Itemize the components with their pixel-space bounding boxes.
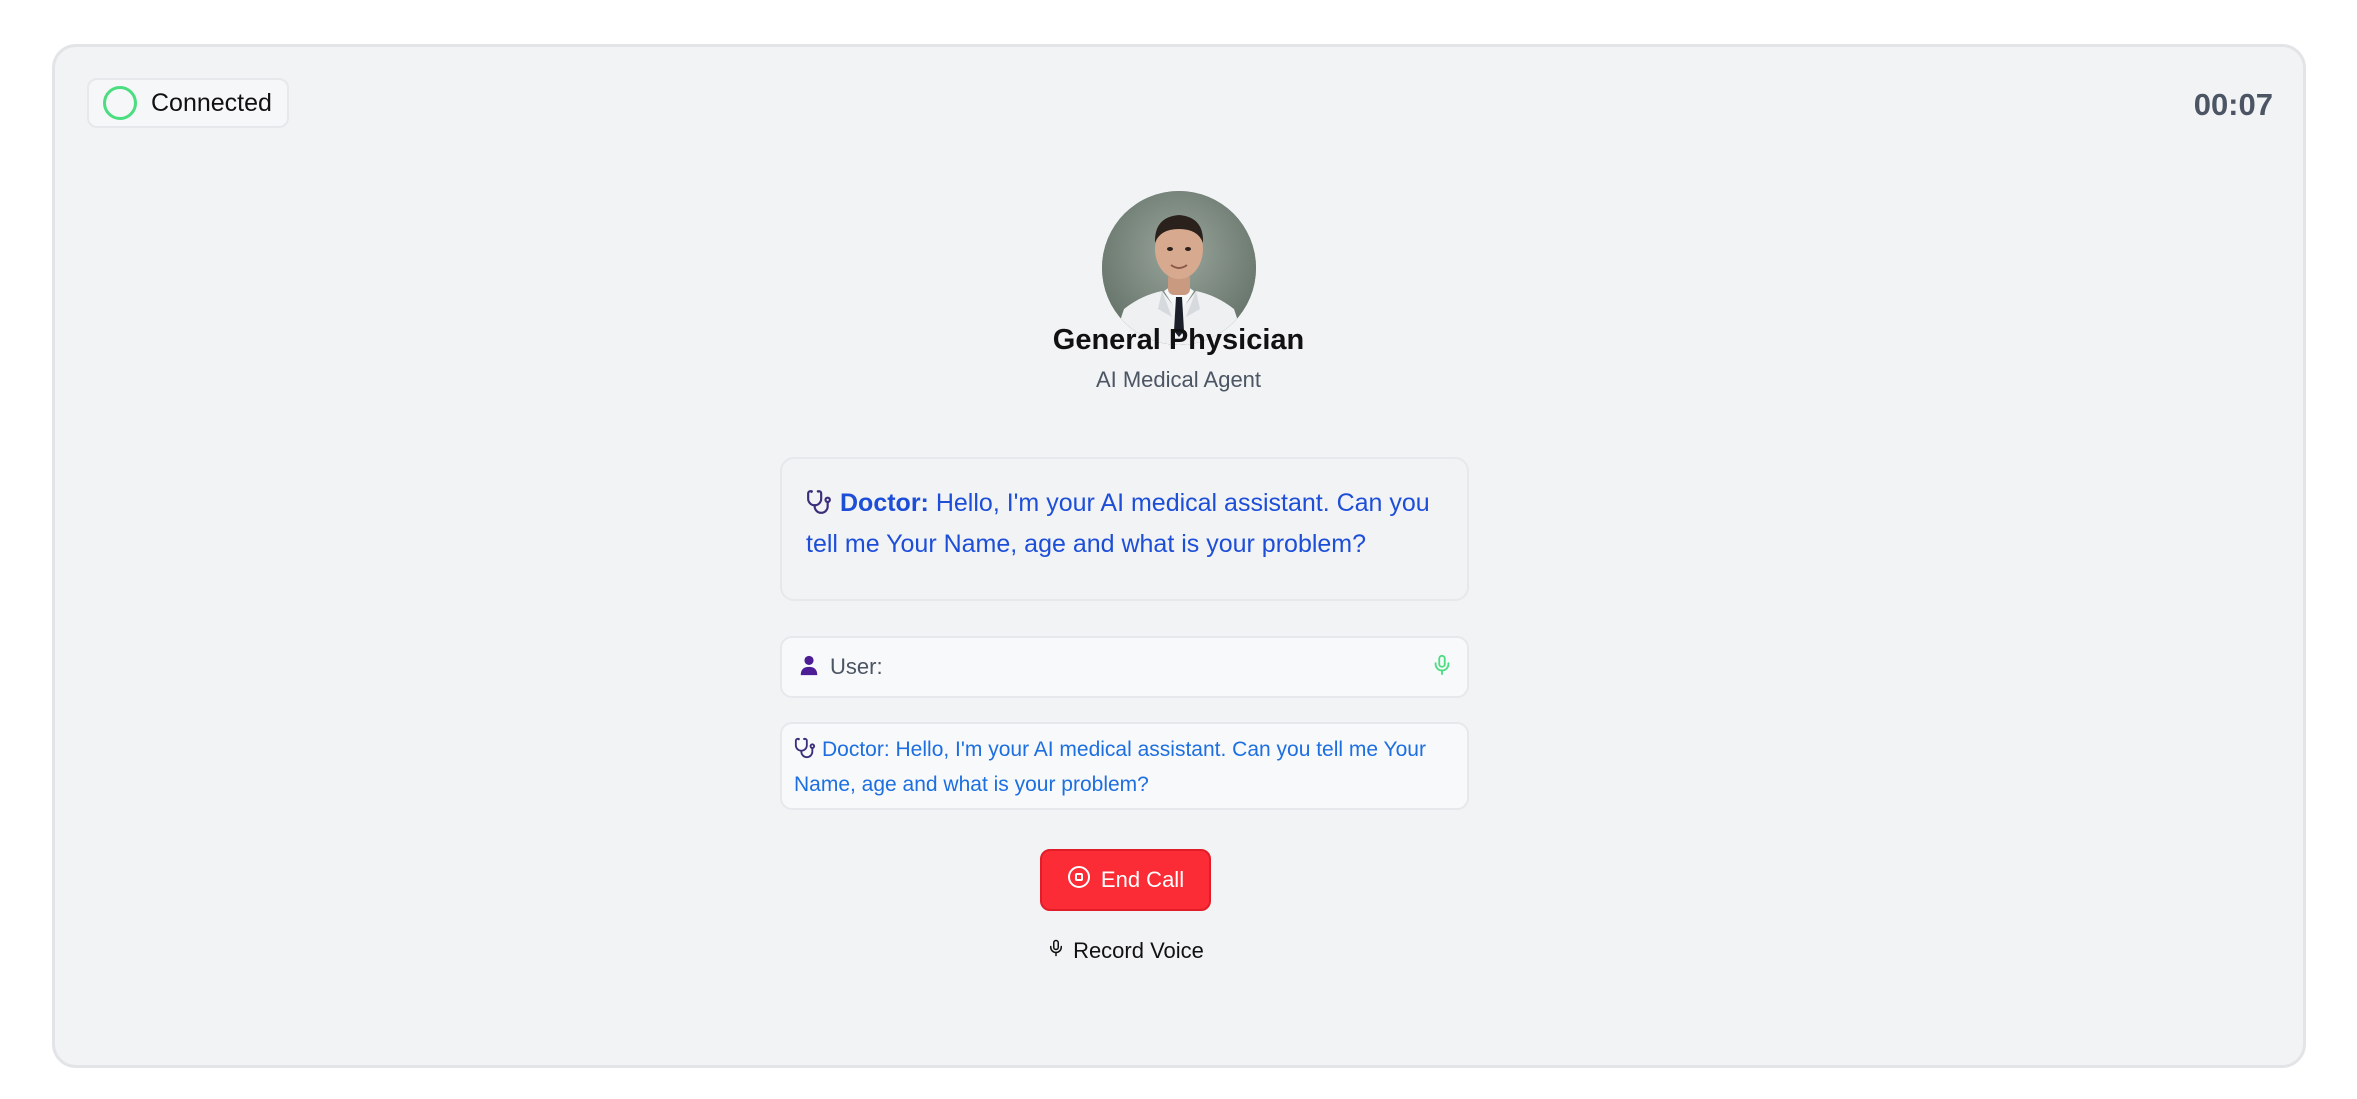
- transcript-box: Doctor: Hello, I'm your AI medical assis…: [780, 722, 1469, 810]
- transcript-text: Doctor: Hello, I'm your AI medical assis…: [794, 738, 1426, 796]
- doctor-portrait-icon: [1102, 191, 1256, 345]
- end-call-button[interactable]: End Call: [1040, 849, 1211, 911]
- stop-circle-icon: [1067, 865, 1091, 895]
- stethoscope-icon: [806, 489, 832, 526]
- status-label: Connected: [151, 88, 272, 117]
- record-voice-button[interactable]: Record Voice: [1040, 931, 1211, 971]
- record-voice-label: Record Voice: [1073, 938, 1204, 963]
- end-call-label: End Call: [1100, 867, 1185, 892]
- microphone-icon: [1047, 936, 1065, 966]
- call-timer: 00:07: [2193, 87, 2273, 122]
- message-speaker: Doctor:: [840, 489, 929, 517]
- user-input-row[interactable]: User:: [780, 636, 1469, 698]
- user-label: User:: [830, 654, 883, 679]
- agent-subtitle: AI Medical Agent: [1095, 367, 1262, 392]
- doctor-avatar: [1102, 191, 1256, 345]
- mic-icon[interactable]: [1431, 652, 1453, 683]
- agent-title: General Physician: [1052, 324, 1305, 356]
- connection-status: Connected: [87, 78, 289, 128]
- user-icon: [798, 654, 820, 681]
- doctor-message-card: Doctor: Hello, I'm your AI medical assis…: [780, 457, 1469, 601]
- stethoscope-icon: [794, 737, 816, 769]
- status-indicator-icon: [103, 86, 137, 120]
